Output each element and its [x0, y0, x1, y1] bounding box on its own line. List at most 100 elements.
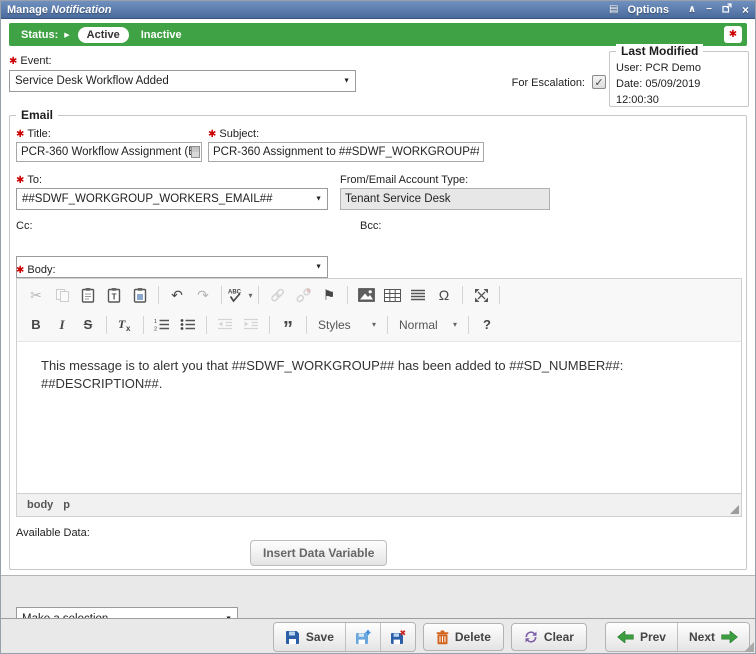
- prev-next-button-group: Prev Next: [605, 622, 750, 652]
- outdent-icon[interactable]: [212, 313, 238, 337]
- status-option-inactive[interactable]: Inactive: [141, 29, 182, 41]
- insert-data-variable-button[interactable]: Insert Data Variable: [250, 540, 387, 566]
- next-button[interactable]: Next: [677, 623, 749, 651]
- numbered-list-icon: 12: [154, 318, 170, 331]
- cc-combo[interactable]: ▼: [16, 256, 328, 278]
- maximize-icon: [474, 288, 489, 303]
- clear-button-label: Clear: [544, 630, 574, 644]
- copy-icon: [55, 288, 70, 303]
- format-combo[interactable]: Normal ▾: [393, 313, 463, 337]
- from-account-input: [340, 188, 550, 210]
- about-icon[interactable]: ?: [474, 313, 500, 337]
- next-arrow-icon: [721, 631, 738, 643]
- event-select[interactable]: Service Desk Workflow Added ▼: [9, 70, 356, 92]
- restore-icon[interactable]: [722, 3, 732, 16]
- options-menu[interactable]: Options: [627, 4, 669, 16]
- unlink-icon[interactable]: [290, 283, 316, 307]
- paste-word-icon[interactable]: [127, 283, 153, 307]
- cut-icon: ✂: [30, 287, 42, 304]
- minimize-icon[interactable]: −: [706, 5, 712, 15]
- required-indicator-button[interactable]: ✱: [724, 26, 742, 43]
- svg-text:T: T: [112, 293, 117, 302]
- collapse-icon[interactable]: ∧: [688, 5, 696, 15]
- save-button[interactable]: Save: [274, 623, 345, 651]
- table-icon[interactable]: [379, 283, 405, 307]
- available-data-label: Available Data:: [16, 527, 90, 539]
- options-list-icon: ▤: [609, 4, 618, 15]
- about-icon: ?: [483, 317, 491, 332]
- cc-label: Cc:: [16, 220, 33, 232]
- blockquote-icon[interactable]: ”: [275, 313, 301, 337]
- maximize-icon[interactable]: [468, 283, 494, 307]
- blockquote-icon: ”: [283, 316, 293, 334]
- body-richtext-editor: ✂T↶↷ABC▾⚑Ω BISTx12”Styles▾Normal▾? This …: [16, 278, 742, 517]
- delete-button[interactable]: Delete: [423, 623, 504, 651]
- close-icon[interactable]: ×: [742, 5, 749, 15]
- status-option-active[interactable]: Active: [78, 27, 129, 43]
- remove-format-icon: Tx: [117, 317, 133, 332]
- toolbar-separator: [106, 316, 107, 334]
- required-asterisk-icon: ✱: [9, 56, 17, 67]
- link-icon[interactable]: [264, 283, 290, 307]
- bullet-list-icon[interactable]: [175, 313, 201, 337]
- remove-format-icon[interactable]: Tx: [112, 313, 138, 337]
- window-titlebar: Manage Notification ▤ Options ∧ − ×: [1, 1, 755, 19]
- manage-notification-window: Manage Notification ▤ Options ∧ − × Stat…: [0, 0, 756, 654]
- dropdown-arrow-icon: ▼: [315, 196, 322, 203]
- paste-icon[interactable]: [75, 283, 101, 307]
- spellcheck-icon[interactable]: ABC▾: [227, 283, 253, 307]
- redo-icon[interactable]: ↷: [190, 283, 216, 307]
- path-element-p[interactable]: p: [63, 499, 70, 511]
- paste-icon: [81, 287, 95, 303]
- bold-icon[interactable]: B: [23, 313, 49, 337]
- svg-text:T: T: [118, 317, 126, 331]
- to-combo[interactable]: ##SDWF_WORKGROUP_WORKERS_EMAIL## ▼: [16, 188, 328, 210]
- escalation-checkbox[interactable]: [592, 75, 606, 89]
- anchor-flag-icon: ⚑: [323, 287, 336, 304]
- toolbar-separator: [387, 316, 388, 334]
- path-element-body[interactable]: body: [27, 499, 53, 511]
- clear-button[interactable]: Clear: [511, 623, 587, 651]
- paste-text-icon[interactable]: T: [101, 283, 127, 307]
- copy-icon[interactable]: [49, 283, 75, 307]
- redo-icon: ↷: [197, 287, 209, 304]
- title-input[interactable]: [16, 142, 202, 162]
- spellcheck-icon: ABC: [227, 287, 244, 303]
- editor-resize-handle[interactable]: [730, 505, 739, 514]
- prev-button[interactable]: Prev: [606, 623, 677, 651]
- undo-icon[interactable]: ↶: [164, 283, 190, 307]
- strikethrough-icon: S: [84, 317, 93, 332]
- dropdown-caret-icon: ▾: [453, 320, 457, 329]
- strikethrough-icon[interactable]: S: [75, 313, 101, 337]
- event-select-value: Service Desk Workflow Added: [15, 75, 337, 87]
- window-resize-handle[interactable]: [744, 642, 754, 652]
- outdent-icon: [217, 318, 233, 331]
- horizontal-rule-icon[interactable]: [405, 283, 431, 307]
- escalation-label: For Escalation:: [471, 77, 585, 89]
- toolbar-separator: [306, 316, 307, 334]
- subject-input[interactable]: [208, 142, 484, 162]
- required-asterisk-icon: ✱: [208, 129, 216, 140]
- window-title: Manage Notification: [7, 4, 112, 16]
- format-combo-label: Normal: [399, 318, 438, 332]
- body-editing-area[interactable]: This message is to alert you that ##SDWF…: [17, 341, 741, 493]
- unlink-icon: [295, 287, 312, 303]
- save-and-new-button[interactable]: [345, 623, 380, 651]
- anchor-flag-icon[interactable]: ⚑: [316, 283, 342, 307]
- cut-icon[interactable]: ✂: [23, 283, 49, 307]
- numbered-list-icon[interactable]: 12: [149, 313, 175, 337]
- toolbar-separator: [221, 286, 222, 304]
- indent-icon: [243, 318, 259, 331]
- save-and-close-button[interactable]: [380, 623, 415, 651]
- indent-icon[interactable]: [238, 313, 264, 337]
- to-combo-value: ##SDWF_WORKGROUP_WORKERS_EMAIL##: [22, 193, 309, 205]
- styles-combo[interactable]: Styles▾: [312, 313, 382, 337]
- dropdown-caret-icon: ▾: [372, 320, 376, 329]
- image-icon[interactable]: [353, 283, 379, 307]
- paste-word-icon: [133, 287, 147, 303]
- special-character-icon[interactable]: Ω: [431, 283, 457, 307]
- save-and-close-icon: [390, 630, 406, 645]
- last-modified-user: User: PCR Demo: [616, 60, 742, 76]
- italic-icon[interactable]: I: [49, 313, 75, 337]
- title-label: ✱Title:: [16, 128, 51, 140]
